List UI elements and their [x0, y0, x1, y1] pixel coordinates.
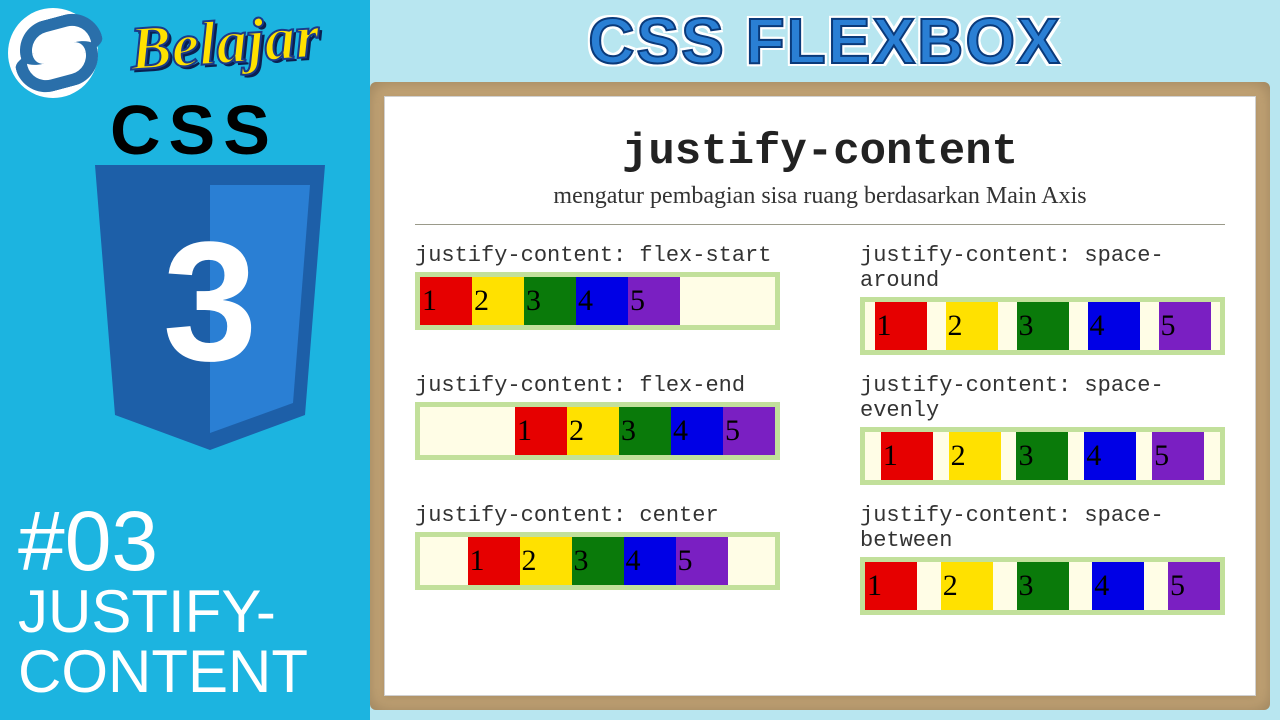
examples-grid: justify-content: flex-start12345justify-…: [415, 243, 1225, 615]
flex-demo-space-between: 12345: [860, 557, 1225, 615]
flex-box: 4: [1088, 302, 1140, 350]
page-title: CSS FLEXBOX: [370, 0, 1280, 82]
flex-box: 5: [676, 537, 728, 585]
flex-box: 4: [671, 407, 723, 455]
paper-sheet: justify-content mengatur pembagian sisa …: [384, 96, 1256, 696]
swirl-icon: [23, 23, 83, 83]
flex-box: 5: [723, 407, 775, 455]
main-area: CSS FLEXBOX justify-content mengatur pem…: [370, 0, 1280, 720]
flex-box: 1: [865, 562, 917, 610]
flex-box: 5: [1159, 302, 1211, 350]
css3-shield-icon: 3: [85, 165, 335, 455]
flex-box: 1: [875, 302, 927, 350]
flex-box: 2: [941, 562, 993, 610]
example-caption: justify-content: center: [415, 503, 780, 528]
flex-box: 3: [1016, 432, 1068, 480]
flex-box: 1: [881, 432, 933, 480]
flex-box: 1: [515, 407, 567, 455]
flex-box: 2: [520, 537, 572, 585]
flex-box: 1: [420, 277, 472, 325]
flex-box: 3: [1017, 302, 1069, 350]
flex-box: 2: [949, 432, 1001, 480]
content-heading: justify-content: [415, 127, 1225, 177]
example-caption: justify-content: flex-end: [415, 373, 780, 398]
flex-box: 2: [472, 277, 524, 325]
belajar-label: Belajar: [128, 1, 322, 85]
flex-box: 4: [1084, 432, 1136, 480]
example-center: justify-content: center 12345: [415, 503, 780, 615]
example-caption: justify-content: space-around: [860, 243, 1225, 293]
flex-demo-flex-start: 12345: [415, 272, 780, 330]
flex-box: 5: [1152, 432, 1204, 480]
example-space-around: justify-content: space-around12345: [860, 243, 1225, 355]
flex-box: 4: [576, 277, 628, 325]
flex-box: 4: [624, 537, 676, 585]
flex-box: 3: [524, 277, 576, 325]
episode-block: #03 JUSTIFY- CONTENT: [18, 502, 308, 702]
flex-box: 3: [1017, 562, 1069, 610]
flex-demo-center: 12345: [415, 532, 780, 590]
content-subtitle: mengatur pembagian sisa ruang berdasarka…: [415, 183, 1225, 210]
example-flex-start: justify-content: flex-start 12345: [415, 243, 780, 355]
episode-title-line1: JUSTIFY-: [18, 582, 308, 642]
shield-number: 3: [163, 207, 258, 397]
css-text-label: CSS: [110, 90, 278, 170]
flex-box: 3: [572, 537, 624, 585]
flex-box: 5: [1168, 562, 1220, 610]
sidebar: Belajar CSS 3 #03 JUSTIFY- CONTENT: [0, 0, 370, 720]
example-flex-end: justify-content: flex-end 12345: [415, 373, 780, 485]
flex-demo-flex-end: 12345: [415, 402, 780, 460]
flex-demo-space-evenly: 12345: [860, 427, 1225, 485]
flex-box: 5: [628, 277, 680, 325]
example-space-between: justify-content: space-between12345: [860, 503, 1225, 615]
episode-title-line2: CONTENT: [18, 642, 308, 702]
corkboard: justify-content mengatur pembagian sisa …: [370, 82, 1270, 710]
flex-box: 3: [619, 407, 671, 455]
channel-logo: [8, 8, 98, 98]
example-space-evenly: justify-content: space-evenly12345: [860, 373, 1225, 485]
episode-number: #03: [18, 502, 308, 582]
example-caption: justify-content: space-evenly: [860, 373, 1225, 423]
flex-box: 2: [567, 407, 619, 455]
flex-box: 4: [1092, 562, 1144, 610]
flex-box: 1: [468, 537, 520, 585]
flex-demo-space-around: 12345: [860, 297, 1225, 355]
flex-box: 2: [946, 302, 998, 350]
divider: [415, 224, 1225, 225]
example-caption: justify-content: flex-start: [415, 243, 780, 268]
example-caption: justify-content: space-between: [860, 503, 1225, 553]
